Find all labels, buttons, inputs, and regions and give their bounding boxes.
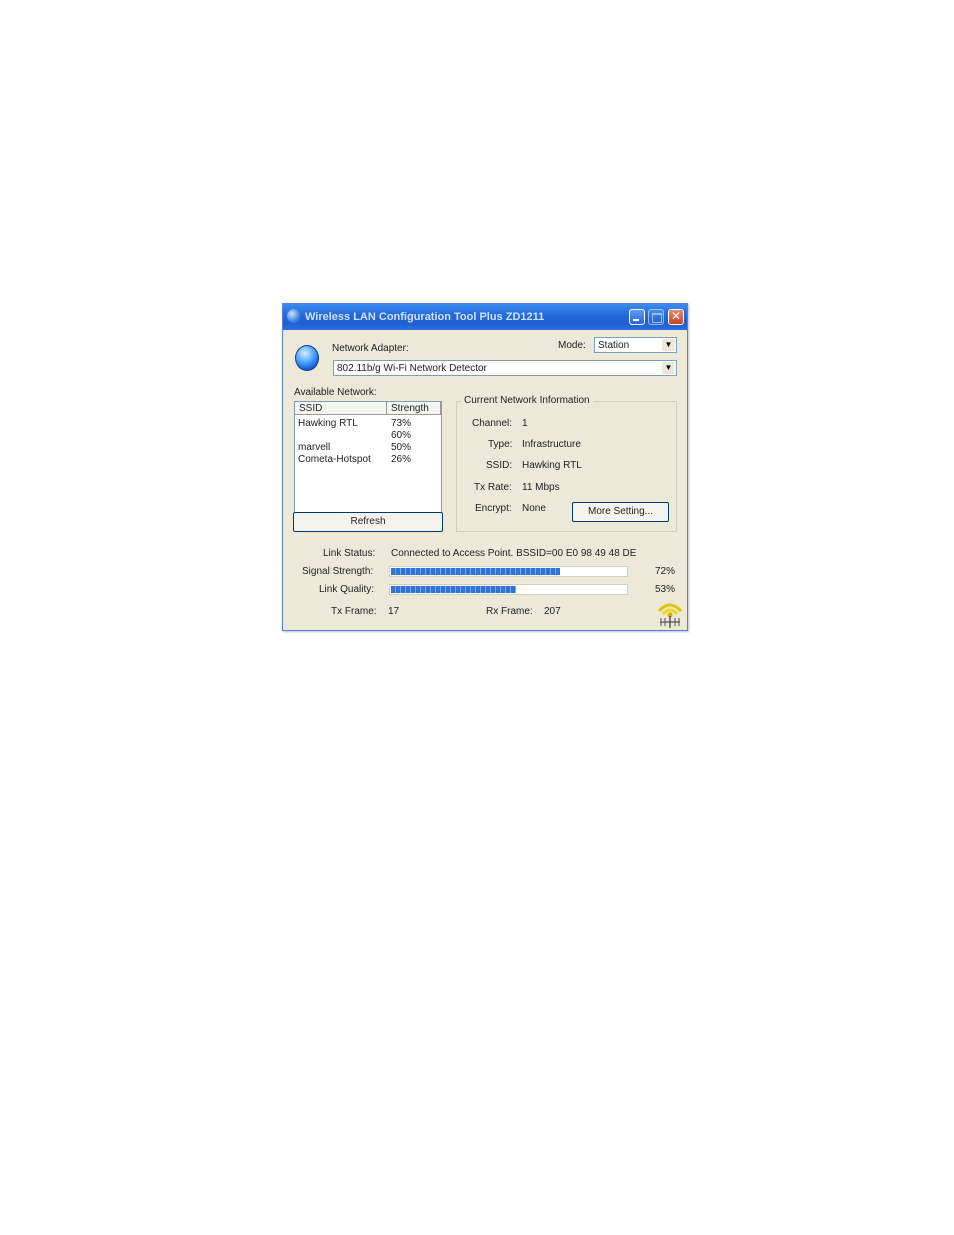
rx-frame-value: 207 (544, 606, 561, 617)
app-icon (287, 309, 301, 323)
list-item-strength[interactable]: 73% (391, 418, 411, 429)
signal-strength-bar (389, 566, 628, 577)
channel-label: Channel: (472, 418, 513, 429)
available-network-label: Available Network: (294, 387, 377, 398)
tx-rate-label: Tx Rate: (474, 482, 512, 493)
close-button[interactable]: ✕ (668, 309, 684, 325)
rx-frame-label: Rx Frame: (486, 606, 533, 617)
minimize-button[interactable] (629, 309, 645, 325)
tx-rate-value: 11 Mbps (522, 482, 560, 493)
window-title: Wireless LAN Configuration Tool Plus ZD1… (305, 311, 545, 323)
ssid-value: Hawking RTL (522, 460, 582, 471)
list-item-ssid[interactable]: Cometa-Hotspot (298, 454, 371, 465)
network-adapter-label: Network Adapter: (332, 343, 409, 354)
available-network-list[interactable]: SSID Strength Hawking RTL 73% 60% marvel… (294, 401, 442, 513)
link-status-value: Connected to Access Point. BSSID=00 E0 9… (391, 548, 637, 559)
link-quality-fill (391, 586, 516, 593)
mode-select[interactable]: Station ▼ (594, 337, 677, 353)
link-quality-percent: 53% (655, 584, 676, 595)
list-item-strength[interactable]: 26% (391, 454, 411, 465)
type-value: Infrastructure (522, 439, 581, 450)
title-bar[interactable]: Wireless LAN Configuration Tool Plus ZD1… (283, 304, 687, 330)
config-window: Wireless LAN Configuration Tool Plus ZD1… (282, 303, 688, 631)
list-item-strength[interactable]: 60% (391, 430, 411, 441)
chevron-down-icon[interactable]: ▼ (662, 339, 675, 351)
network-adapter-value: 802.11b/g Wi-Fi Network Detector (337, 363, 487, 374)
signal-strength-percent: 72% (655, 566, 676, 577)
tx-frame-label: Tx Frame: (331, 606, 377, 617)
signal-strength-fill (391, 568, 560, 575)
list-item-ssid[interactable]: Hawking RTL (298, 418, 358, 429)
column-header-strength-label: Strength (391, 403, 429, 414)
chevron-down-icon[interactable]: ▼ (662, 362, 675, 374)
more-setting-button[interactable]: More Setting... (572, 502, 669, 522)
column-header-ssid[interactable]: SSID (295, 402, 387, 415)
column-header-strength[interactable]: Strength (387, 402, 441, 415)
channel-value: 1 (522, 418, 528, 429)
antenna-signal-icon (657, 603, 683, 628)
signal-strength-label: Signal Strength: (302, 566, 374, 577)
encrypt-value: None (522, 503, 546, 514)
type-label: Type: (488, 439, 513, 450)
link-status-label: Link Status: (323, 548, 376, 559)
refresh-button[interactable]: Refresh (293, 512, 443, 532)
encrypt-label: Encrypt: (475, 503, 512, 514)
list-item-ssid[interactable]: marvell (298, 442, 330, 453)
column-header-ssid-label: SSID (299, 403, 323, 414)
link-quality-label: Link Quality: (319, 584, 375, 595)
list-item-strength[interactable]: 50% (391, 442, 411, 453)
link-quality-bar (389, 584, 628, 595)
network-adapter-select[interactable]: 802.11b/g Wi-Fi Network Detector ▼ (333, 360, 677, 376)
maximize-button[interactable] (648, 309, 664, 325)
tx-frame-value: 17 (388, 606, 400, 617)
current-network-group-label: Current Network Information (461, 395, 593, 406)
mode-value: Station (598, 340, 630, 351)
globe-icon (295, 345, 319, 371)
mode-label: Mode: (558, 340, 586, 351)
ssid-label: SSID: (486, 460, 513, 471)
